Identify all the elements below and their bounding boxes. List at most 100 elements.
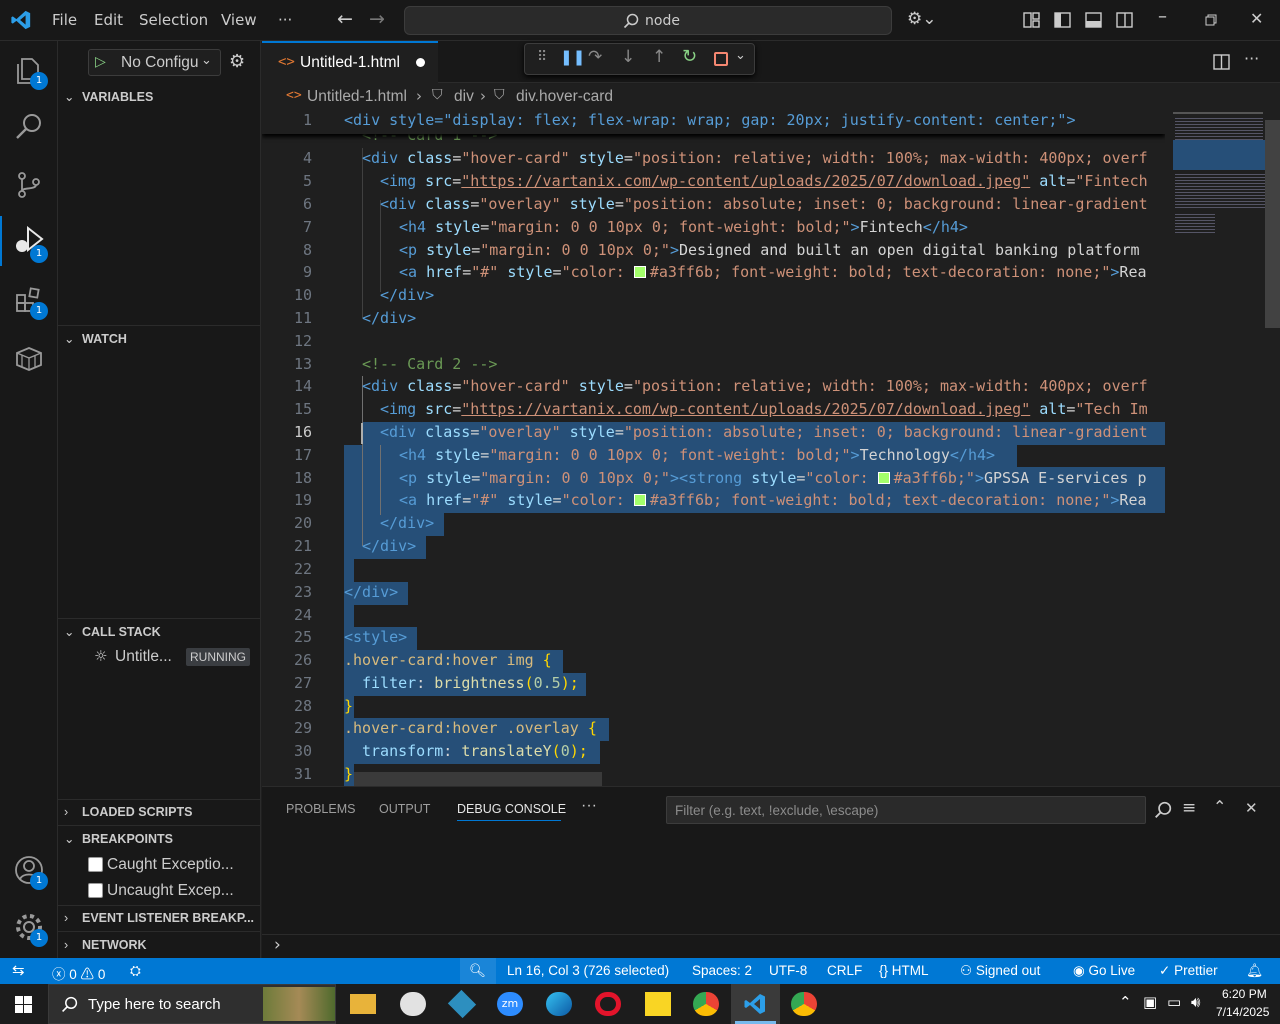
customize-layout-icon[interactable] — [1023, 12, 1040, 28]
start-debugging-icon[interactable]: ▷ — [95, 54, 106, 70]
problems-status[interactable]: ⓧ 0 ⚠ 0 — [52, 963, 105, 983]
close-window-icon[interactable]: ✕ — [1250, 9, 1263, 28]
debug-status-icon[interactable]: ⛭ — [130, 963, 141, 979]
unsaved-dot-icon[interactable] — [416, 58, 425, 67]
explorer-icon[interactable]: 1 — [14, 55, 48, 90]
remote-icon[interactable]: ⇆ — [12, 961, 25, 979]
app-icon[interactable] — [447, 989, 477, 1019]
watch-section-header[interactable]: ⌄ WATCH — [58, 328, 261, 350]
vertical-scrollbar[interactable] — [1265, 120, 1280, 328]
chrome-browser-icon[interactable] — [693, 992, 719, 1016]
breakpoint-checkbox[interactable] — [88, 857, 103, 872]
menu-selection[interactable]: Selection — [139, 11, 208, 29]
debug-console-filter-input[interactable]: Filter (e.g. text, !exclude, \escape) — [666, 796, 1146, 824]
drag-handle-icon[interactable]: ⠿ — [537, 49, 547, 65]
app-icon[interactable] — [400, 992, 426, 1016]
console-prompt-icon[interactable]: › — [274, 935, 281, 955]
more-actions-icon[interactable]: ··· — [1244, 49, 1259, 68]
breakpoints-section-header[interactable]: ⌄ BREAKPOINTS — [58, 828, 261, 850]
end-of-line[interactable]: CRLF — [827, 963, 862, 978]
accounts-icon[interactable]: 1 — [14, 855, 48, 890]
run-debug-icon[interactable]: 1 — [14, 225, 48, 263]
launch-config-dropdown[interactable]: ▷ No Configu ⌄ — [88, 49, 221, 76]
variables-section-header[interactable]: ⌄ VARIABLES — [58, 86, 261, 108]
menu-view[interactable]: View — [221, 11, 257, 29]
remote-explorer-icon[interactable] — [14, 343, 44, 373]
volume-icon[interactable]: 🔊︎ — [1191, 993, 1200, 1011]
vscode-taskbar-icon[interactable] — [743, 992, 767, 1016]
toggle-primary-sidebar-icon[interactable] — [1054, 12, 1071, 28]
back-arrow-icon[interactable]: ← — [337, 8, 353, 30]
clock-time[interactable]: 6:20 PM — [1222, 987, 1267, 1001]
indentation[interactable]: Spaces: 2 — [692, 963, 752, 978]
show-hidden-icons-icon[interactable]: ⌃ — [1119, 993, 1132, 1011]
forward-arrow-icon[interactable]: → — [369, 8, 385, 30]
search-icon[interactable] — [1154, 801, 1172, 819]
tab-output[interactable]: OUTPUT — [379, 802, 430, 816]
taskbar-search-box[interactable]: Type here to search — [48, 984, 336, 1024]
menu-edit[interactable]: Edit — [94, 11, 123, 29]
color-swatch[interactable] — [633, 266, 646, 278]
manage-gear-icon[interactable]: 1 — [14, 912, 48, 947]
step-into-icon[interactable]: ↓ — [621, 47, 635, 67]
file-explorer-icon[interactable] — [350, 994, 376, 1014]
zoom-icon[interactable]: 🔍︎ — [460, 958, 496, 984]
clock-date[interactable]: 7/14/2025 — [1216, 1005, 1269, 1019]
network-section-header[interactable]: › NETWORK — [58, 934, 261, 956]
step-out-icon[interactable]: ↑ — [652, 47, 666, 67]
stop-icon[interactable] — [714, 52, 728, 66]
restart-icon[interactable]: ↻ — [682, 46, 697, 67]
minimap[interactable] — [1165, 110, 1280, 786]
toggle-panel-icon[interactable] — [1085, 12, 1102, 28]
toggle-secondary-sidebar-icon[interactable] — [1116, 12, 1133, 28]
language-mode[interactable]: {} HTML — [879, 963, 929, 978]
prettier-status[interactable]: ✓ Prettier — [1159, 963, 1218, 979]
command-center[interactable]: node — [404, 6, 892, 35]
sticky-scroll-header[interactable]: 1 <div style="display: flex; flex-wrap: … — [262, 110, 1165, 134]
menu-file[interactable]: File — [52, 11, 77, 29]
split-editor-icon[interactable] — [1213, 54, 1230, 70]
encoding[interactable]: UTF-8 — [769, 963, 807, 978]
search-view-icon[interactable] — [14, 112, 44, 142]
event-listener-section-header[interactable]: › EVENT LISTENER BREAKP... — [58, 907, 261, 929]
code-editor[interactable]: 1 4 5 6 7 8 9 10 11 12 13 14 15 16 17 18… — [262, 110, 1165, 786]
call-stack-section-header[interactable]: ⌄ CALL STACK — [58, 621, 261, 643]
breakpoint-item[interactable]: Uncaught Excep... — [88, 880, 258, 902]
open-launch-json-gear-icon[interactable]: ⚙ — [229, 51, 245, 72]
chevron-down-icon[interactable]: ⌄ — [735, 48, 746, 63]
go-live-button[interactable]: ◉ Go Live — [1073, 963, 1135, 979]
source-control-icon[interactable] — [14, 170, 44, 200]
horizontal-scrollbar[interactable] — [354, 772, 602, 786]
account-status[interactable]: ⚇ Signed out — [960, 963, 1040, 979]
notifications-bell-icon[interactable]: 🔔︎ — [1246, 963, 1263, 979]
chrome-browser-icon[interactable] — [791, 992, 817, 1016]
minimize-icon[interactable]: – — [1158, 6, 1167, 27]
edge-browser-icon[interactable] — [546, 992, 572, 1016]
close-panel-icon[interactable]: ✕ — [1245, 799, 1258, 817]
breakpoint-checkbox[interactable] — [88, 883, 103, 898]
network-tray-icon[interactable]: ▣ — [1143, 993, 1157, 1011]
clear-console-icon[interactable]: ≡ — [1182, 798, 1196, 818]
copilot-icon[interactable]: ⚙︎⌄ — [907, 9, 936, 29]
breakpoint-item[interactable]: Caught Exceptio... — [88, 854, 258, 876]
menu-more[interactable]: ··· — [278, 11, 292, 29]
color-swatch[interactable] — [877, 472, 890, 484]
windows-start-icon[interactable] — [15, 996, 32, 1013]
cursor-position[interactable]: Ln 16, Col 3 (726 selected) — [507, 963, 669, 978]
restore-icon[interactable] — [1205, 14, 1217, 26]
opera-browser-icon[interactable] — [595, 992, 621, 1016]
call-stack-item[interactable]: ☼ Untitle... RUNNING — [58, 645, 261, 669]
sticky-notes-icon[interactable] — [645, 992, 671, 1016]
maximize-panel-icon[interactable]: ⌃ — [1213, 797, 1226, 816]
pause-icon[interactable]: ❚❚ — [560, 48, 585, 66]
tab-problems[interactable]: PROBLEMS — [286, 802, 355, 816]
breadcrumb-hover-card[interactable]: div.hover-card — [516, 88, 613, 106]
extensions-icon[interactable]: 1 — [14, 286, 48, 320]
breadcrumb-file[interactable]: Untitled-1.html — [307, 88, 407, 106]
tab-debug-console[interactable]: DEBUG CONSOLE — [457, 802, 566, 816]
editor-tab[interactable]: <> Untitled-1.html — [262, 41, 438, 83]
panel-more-icon[interactable]: ··· — [581, 797, 597, 815]
display-tray-icon[interactable]: ▭ — [1167, 993, 1181, 1011]
loaded-scripts-section-header[interactable]: › LOADED SCRIPTS — [58, 801, 261, 823]
zoom-app-icon[interactable]: zm — [497, 992, 523, 1016]
